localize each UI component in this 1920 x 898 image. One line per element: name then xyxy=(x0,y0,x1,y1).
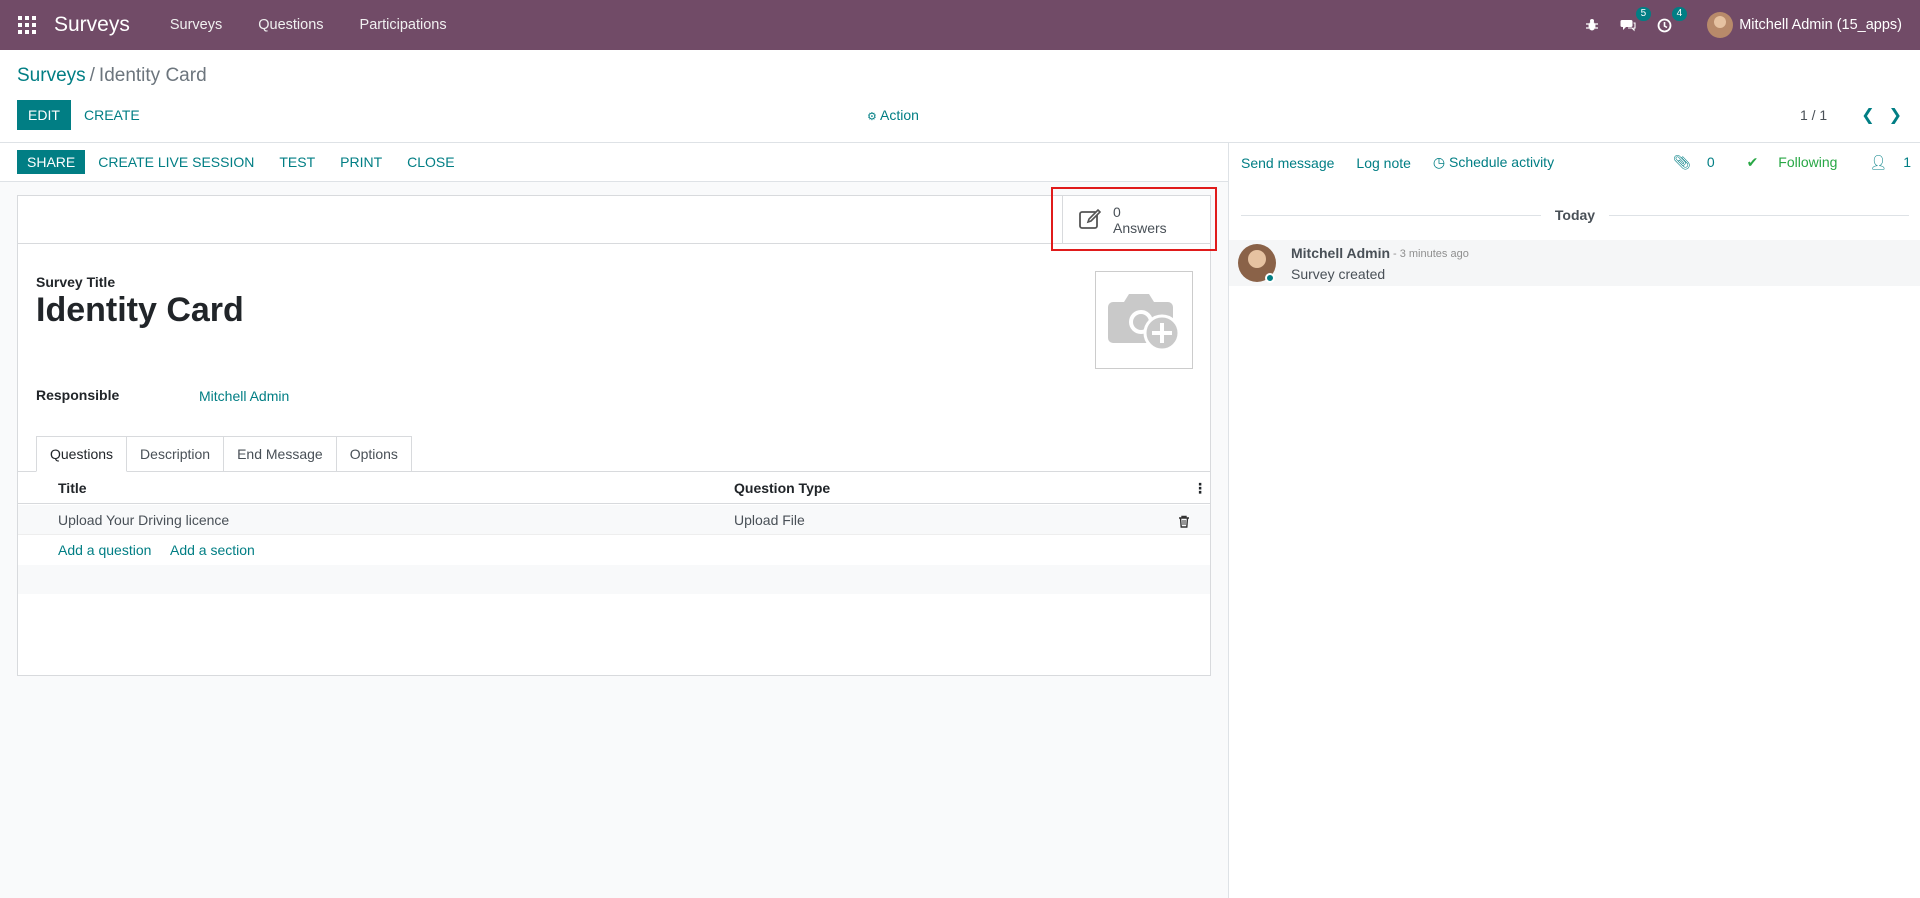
debug-bug-icon[interactable] xyxy=(1581,14,1603,36)
chatter-message: Mitchell Admin - 3 minutes ago Survey cr… xyxy=(1229,240,1920,286)
message-author[interactable]: Mitchell Admin xyxy=(1291,245,1390,261)
user-menu[interactable]: Mitchell Admin (15_apps) xyxy=(1707,12,1902,38)
optional-columns-icon[interactable]: ⋮ xyxy=(1193,472,1207,504)
apps-menu-icon[interactable] xyxy=(0,0,54,50)
add-section-link[interactable]: Add a section xyxy=(170,535,255,565)
add-line-row: Add a question Add a section xyxy=(18,535,1210,565)
column-header-question-type[interactable]: Question Type xyxy=(734,472,830,504)
chevron-left-icon[interactable]: ❮ xyxy=(1861,105,1874,125)
following-button[interactable]: ✔ Following xyxy=(1731,154,1838,171)
pager-value[interactable]: 1 / 1 xyxy=(1800,107,1827,123)
question-title-cell[interactable]: Upload Your Driving licence xyxy=(58,505,229,535)
responsible-field[interactable]: Mitchell Admin xyxy=(199,388,289,404)
breadcrumb-separator: / xyxy=(89,65,95,86)
attachments-count: 0 xyxy=(1706,154,1715,170)
notebook-tabs: Questions Description End Message Option… xyxy=(36,436,412,472)
form-statusbar: SHARE CREATE LIVE SESSION TEST PRINT CLO… xyxy=(0,143,1228,182)
print-button[interactable]: PRINT xyxy=(340,154,382,170)
menu-item-participations[interactable]: Participations xyxy=(360,17,447,33)
followers-button[interactable]: 👤︎ 1 xyxy=(1853,154,1911,171)
empty-table-row xyxy=(18,565,1210,594)
camera-add-icon xyxy=(1108,294,1181,352)
create-live-session-button[interactable]: CREATE LIVE SESSION xyxy=(98,154,254,170)
action-label: Action xyxy=(880,107,919,123)
user-icon: 👤︎ xyxy=(1869,154,1888,170)
action-dropdown[interactable]: ⚙ Action xyxy=(867,100,919,130)
user-avatar xyxy=(1707,12,1734,38)
send-message-button[interactable]: Send message xyxy=(1241,155,1334,171)
date-separator: Today xyxy=(1554,207,1596,223)
share-button[interactable]: SHARE xyxy=(17,150,86,174)
survey-title-field[interactable]: Identity Card xyxy=(36,291,244,330)
menu-item-questions[interactable]: Questions xyxy=(258,17,323,33)
button-box: 0 Answers xyxy=(18,196,1210,244)
gear-icon: ⚙ xyxy=(867,111,877,123)
edit-button[interactable]: EDIT xyxy=(17,100,71,130)
app-brand[interactable]: Surveys xyxy=(54,13,130,37)
tab-description[interactable]: Description xyxy=(127,436,225,472)
breadcrumb: Surveys / Identity Card xyxy=(17,65,207,87)
schedule-activity-label: Schedule activity xyxy=(1449,154,1555,170)
add-question-link[interactable]: Add a question xyxy=(58,535,151,565)
menu-item-surveys[interactable]: Surveys xyxy=(170,17,222,33)
control-panel: Surveys / Identity Card EDIT CREATE ⚙ Acti… xyxy=(0,50,1920,143)
breadcrumb-surveys-link[interactable]: Surveys xyxy=(17,65,86,86)
chatter-panel: Send message Log note ◷ Schedule activit… xyxy=(1228,143,1920,898)
paperclip-icon: 📎︎ xyxy=(1673,154,1691,170)
answers-highlight-box xyxy=(1051,187,1217,251)
message-date: - 3 minutes ago xyxy=(1393,248,1469,260)
form-sheet: 0 Answers Survey Title Identity Card Res… xyxy=(17,195,1211,676)
question-type-cell[interactable]: Upload File xyxy=(734,505,805,535)
chatter-topbar: Send message Log note ◷ Schedule activit… xyxy=(1229,143,1920,182)
chatter-actions: 📎︎ 0 ✔ Following 👤︎ 1 xyxy=(1641,143,1911,182)
close-button[interactable]: CLOSE xyxy=(407,154,454,170)
create-button[interactable]: CREATE xyxy=(84,100,140,130)
following-label: Following xyxy=(1778,154,1838,170)
breadcrumb-current: Identity Card xyxy=(98,65,207,86)
pager: 1 / 1 ❮ ❯ xyxy=(1800,100,1902,130)
log-note-button[interactable]: Log note xyxy=(1356,155,1411,171)
responsible-label: Responsible xyxy=(36,387,120,403)
top-navbar: Surveys Surveys Questions Participations… xyxy=(0,0,1920,50)
column-header-title[interactable]: Title xyxy=(58,472,87,504)
message-body: Survey created xyxy=(1291,266,1386,282)
table-row[interactable]: Upload Your Driving licence Upload File xyxy=(18,505,1210,535)
activities-count-badge: 4 xyxy=(1671,7,1688,21)
schedule-activity-button[interactable]: ◷ Schedule activity xyxy=(1433,154,1554,171)
chevron-right-icon[interactable]: ❯ xyxy=(1889,105,1902,125)
activity-clock-icon[interactable]: 4 xyxy=(1653,7,1688,36)
questions-table-header: Title Question Type ⋮ xyxy=(18,472,1210,504)
test-button[interactable]: TEST xyxy=(279,154,315,170)
followers-count: 1 xyxy=(1903,154,1911,170)
tab-options[interactable]: Options xyxy=(336,436,412,472)
trash-icon[interactable] xyxy=(1178,505,1190,535)
user-name: Mitchell Admin (15_apps) xyxy=(1739,17,1902,33)
main-menu: Surveys Questions Participations xyxy=(152,17,465,33)
systray: 5 4 Mitchell Admin (15_apps) xyxy=(1567,0,1902,50)
messaging-chat-icon[interactable]: 5 xyxy=(1617,7,1652,36)
tab-questions[interactable]: Questions xyxy=(36,436,128,472)
check-icon: ✔ xyxy=(1746,154,1759,170)
messages-count-badge: 5 xyxy=(1635,7,1652,21)
survey-image-upload[interactable] xyxy=(1095,271,1193,369)
attachments-button[interactable]: 📎︎ 0 xyxy=(1657,154,1715,171)
survey-title-label: Survey Title xyxy=(36,274,116,290)
tab-end-message[interactable]: End Message xyxy=(224,436,337,472)
clock-icon: ◷ xyxy=(1432,154,1446,170)
online-status-icon xyxy=(1265,273,1275,283)
